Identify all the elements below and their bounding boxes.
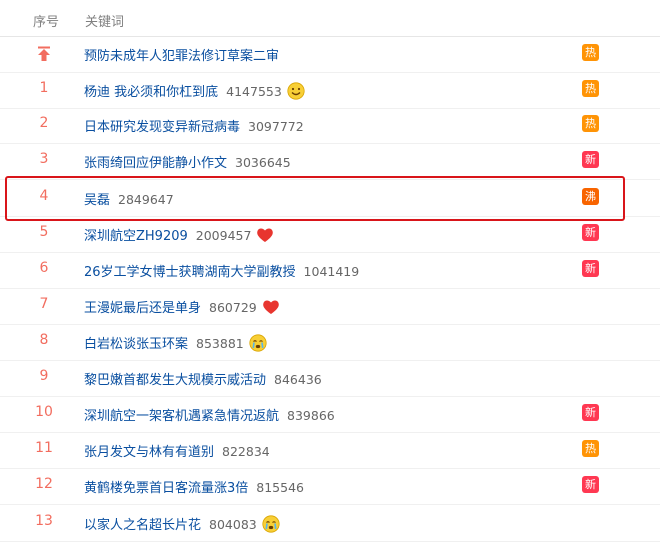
keyword-cell: 杨迪 我必须和你杠到底 4147553 bbox=[84, 81, 305, 100]
heat-count: 2009457 bbox=[195, 228, 252, 243]
badge-new: 新 bbox=[582, 260, 599, 277]
heat-count: 815546 bbox=[256, 480, 304, 495]
rank-number: 6 bbox=[39, 260, 49, 276]
heat-count: 4147553 bbox=[226, 84, 282, 99]
keyword-cell: 预防未成年人犯罪法修订草案二审 bbox=[84, 45, 279, 64]
keyword-link[interactable]: 黎巴嫩首都发生大规模示威活动 bbox=[84, 373, 266, 388]
heat-count: 822834 bbox=[222, 444, 270, 459]
keyword-cell: 白岩松谈张玉环案 853881 bbox=[84, 333, 267, 352]
rank-number: 11 bbox=[35, 440, 53, 456]
heat-count: 3097772 bbox=[248, 119, 304, 134]
keyword-link[interactable]: 日本研究发现变异新冠病毒 bbox=[84, 120, 240, 135]
heat-count: 853881 bbox=[196, 336, 244, 351]
table-row: 3 张雨绮回应伊能静小作文 3036645 新 bbox=[0, 143, 660, 180]
badge-new: 新 bbox=[582, 224, 599, 241]
keyword-link[interactable]: 深圳航空一架客机遇紧急情况返航 bbox=[84, 409, 279, 424]
table-row: 预防未成年人犯罪法修订草案二审 热 bbox=[0, 36, 660, 73]
rank-number: 12 bbox=[35, 476, 53, 492]
keyword-cell: 黎巴嫩首都发生大规模示威活动 846436 bbox=[84, 369, 322, 388]
table-row: 2 日本研究发现变异新冠病毒 3097772 热 bbox=[0, 107, 660, 144]
keyword-cell: 张雨绮回应伊能静小作文 3036645 bbox=[84, 152, 291, 171]
keyword-link[interactable]: 黄鹤楼免票首日客流量涨3倍 bbox=[84, 481, 248, 496]
crying-emoji-icon bbox=[262, 515, 280, 533]
rank-column-header: 序号 bbox=[33, 15, 60, 30]
keyword-cell: 深圳航空ZH9209 2009457 bbox=[84, 225, 274, 244]
rank-number: 3 bbox=[39, 151, 49, 167]
table-row: 11 张月发文与林有有道别 822834 热 bbox=[0, 432, 660, 469]
rank-number: 7 bbox=[39, 296, 49, 312]
table-row: 12 黄鹤楼免票首日客流量涨3倍 815546 新 bbox=[0, 468, 660, 505]
table-row: 6 26岁工学女博士获聘湖南大学副教授 1041419 新 bbox=[0, 252, 660, 289]
smile-emoji-icon bbox=[287, 82, 305, 100]
keyword-cell: 以家人之名超长片花 804083 bbox=[84, 514, 280, 533]
keyword-cell: 26岁工学女博士获聘湖南大学副教授 1041419 bbox=[84, 261, 359, 280]
rank-number: 13 bbox=[35, 513, 53, 529]
badge-hot: 热 bbox=[582, 440, 599, 457]
heat-count: 804083 bbox=[209, 517, 257, 532]
keyword-link[interactable]: 王漫妮最后还是单身 bbox=[84, 301, 201, 316]
rank-number: 5 bbox=[39, 224, 49, 240]
hot-search-list: 序号 关键词 预防未成年人犯罪法修订草案二审热 1 杨迪 我必须和你杠到底 41475… bbox=[0, 0, 660, 542]
table-row: 7 王漫妮最后还是单身 860729 bbox=[0, 288, 660, 325]
highlight-box bbox=[5, 176, 625, 221]
keyword-cell: 张月发文与林有有道别 822834 bbox=[84, 441, 270, 460]
badge-new: 新 bbox=[582, 404, 599, 421]
keyword-link[interactable]: 26岁工学女博士获聘湖南大学副教授 bbox=[84, 265, 296, 280]
rank-number: 9 bbox=[39, 368, 49, 384]
keyword-cell: 深圳航空一架客机遇紧急情况返航 839866 bbox=[84, 405, 335, 424]
keyword-link[interactable]: 杨迪 我必须和你杠到底 bbox=[84, 85, 218, 100]
rank-number: 2 bbox=[39, 115, 49, 131]
rank-number: 1 bbox=[39, 80, 49, 96]
rank-number: 8 bbox=[39, 332, 49, 348]
heart-icon bbox=[256, 226, 274, 244]
badge-hot: 热 bbox=[582, 80, 599, 97]
table-row: 5 深圳航空ZH9209 2009457 新 bbox=[0, 216, 660, 253]
table-row: 10 深圳航空一架客机遇紧急情况返航 839866 新 bbox=[0, 396, 660, 433]
heat-count: 839866 bbox=[287, 408, 335, 423]
crying-emoji-icon bbox=[249, 334, 267, 352]
table-row: 8 白岩松谈张玉环案 853881 bbox=[0, 324, 660, 361]
heat-count: 860729 bbox=[209, 300, 257, 315]
heat-count: 3036645 bbox=[235, 155, 291, 170]
keyword-link[interactable]: 深圳航空ZH9209 bbox=[84, 229, 188, 244]
keyword-cell: 王漫妮最后还是单身 860729 bbox=[84, 297, 280, 316]
pinned-up-arrow-icon bbox=[37, 46, 51, 62]
heat-count: 846436 bbox=[274, 372, 322, 387]
heat-count: 1041419 bbox=[303, 264, 360, 279]
badge-hot: 热 bbox=[582, 44, 599, 61]
table-row: 13 以家人之名超长片花 804083 bbox=[0, 505, 660, 542]
rank-number: 10 bbox=[35, 404, 53, 420]
heart-icon bbox=[262, 298, 280, 316]
table-row: 9 黎巴嫩首都发生大规模示威活动 846436 bbox=[0, 360, 660, 397]
badge-new: 新 bbox=[582, 476, 599, 493]
keyword-link[interactable]: 以家人之名超长片花 bbox=[84, 518, 201, 533]
keyword-cell: 日本研究发现变异新冠病毒 3097772 bbox=[84, 116, 304, 135]
keyword-link[interactable]: 张雨绮回应伊能静小作文 bbox=[84, 156, 227, 171]
table-row: 1 杨迪 我必须和你杠到底 4147553 热 bbox=[0, 72, 660, 109]
pinned-rank bbox=[30, 46, 58, 66]
table-header: 序号 关键词 bbox=[0, 0, 660, 37]
badge-new: 新 bbox=[582, 151, 599, 168]
keyword-link[interactable]: 预防未成年人犯罪法修订草案二审 bbox=[84, 49, 279, 64]
keyword-cell: 黄鹤楼免票首日客流量涨3倍 815546 bbox=[84, 477, 304, 496]
keyword-column-header: 关键词 bbox=[85, 15, 125, 30]
badge-hot: 热 bbox=[582, 115, 599, 132]
keyword-link[interactable]: 张月发文与林有有道别 bbox=[84, 445, 214, 460]
keyword-link[interactable]: 白岩松谈张玉环案 bbox=[84, 337, 188, 352]
